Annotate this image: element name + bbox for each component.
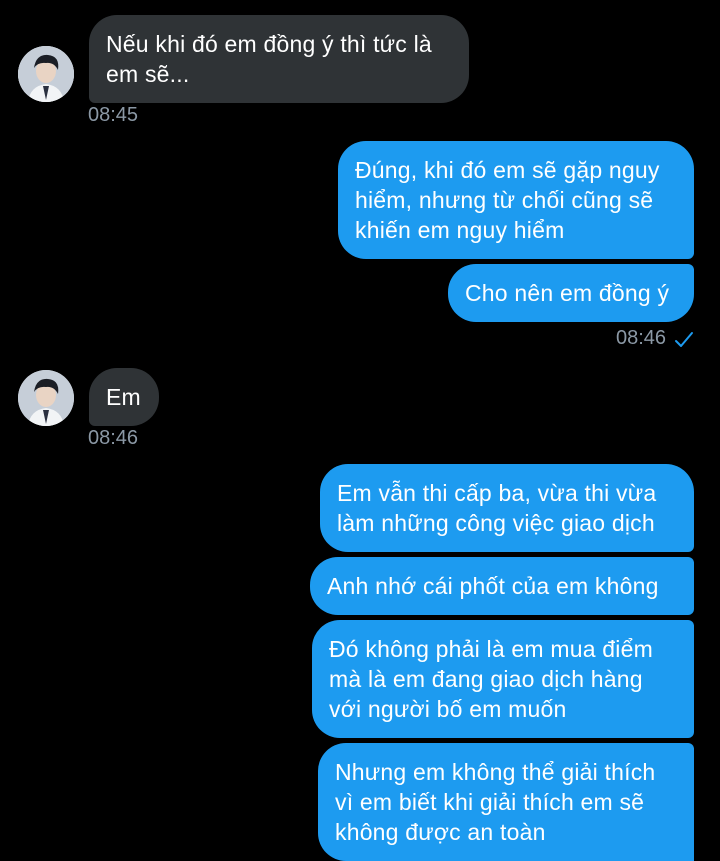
message-bubble-outgoing[interactable]: Đó không phải là em mua điểm mà là em đa… bbox=[312, 620, 694, 738]
message-bubble-incoming[interactable]: Em bbox=[89, 368, 159, 426]
message-bubble-incoming[interactable]: Nếu khi đó em đồng ý thì tức là em sẽ... bbox=[89, 15, 469, 103]
avatar-image bbox=[18, 46, 74, 102]
message-text: Nếu khi đó em đồng ý thì tức là em sẽ... bbox=[106, 31, 432, 87]
message-timestamp: 08:45 bbox=[88, 104, 139, 126]
message-text: Em vẫn thi cấp ba, vừa thi vừa làm những… bbox=[337, 480, 657, 536]
message-text: Nhưng em không thể giải thích vì em biết… bbox=[335, 759, 656, 845]
read-check-icon bbox=[675, 332, 693, 347]
message-text: Em bbox=[106, 384, 141, 410]
contact-avatar[interactable] bbox=[18, 46, 74, 102]
message-text: Cho nên em đồng ý bbox=[465, 280, 670, 306]
message-bubble-outgoing[interactable]: Em vẫn thi cấp ba, vừa thi vừa làm những… bbox=[320, 464, 694, 552]
message-text: Đó không phải là em mua điểm mà là em đa… bbox=[329, 636, 653, 722]
message-timestamp: 08:46 bbox=[88, 427, 139, 449]
message-bubble-outgoing[interactable]: Anh nhớ cái phốt của em không bbox=[310, 557, 694, 615]
message-text: Đúng, khi đó em sẽ gặp nguy hiểm, nhưng … bbox=[355, 157, 660, 243]
message-bubble-outgoing[interactable]: Đúng, khi đó em sẽ gặp nguy hiểm, nhưng … bbox=[338, 141, 694, 259]
contact-avatar[interactable] bbox=[18, 370, 74, 426]
message-timestamp: 08:46 bbox=[616, 327, 667, 349]
message-bubble-outgoing[interactable]: Nhưng em không thể giải thích vì em biết… bbox=[318, 743, 694, 861]
message-bubble-outgoing[interactable]: Cho nên em đồng ý bbox=[448, 264, 694, 322]
avatar-image bbox=[18, 370, 74, 426]
message-text: Anh nhớ cái phốt của em không bbox=[327, 573, 659, 599]
